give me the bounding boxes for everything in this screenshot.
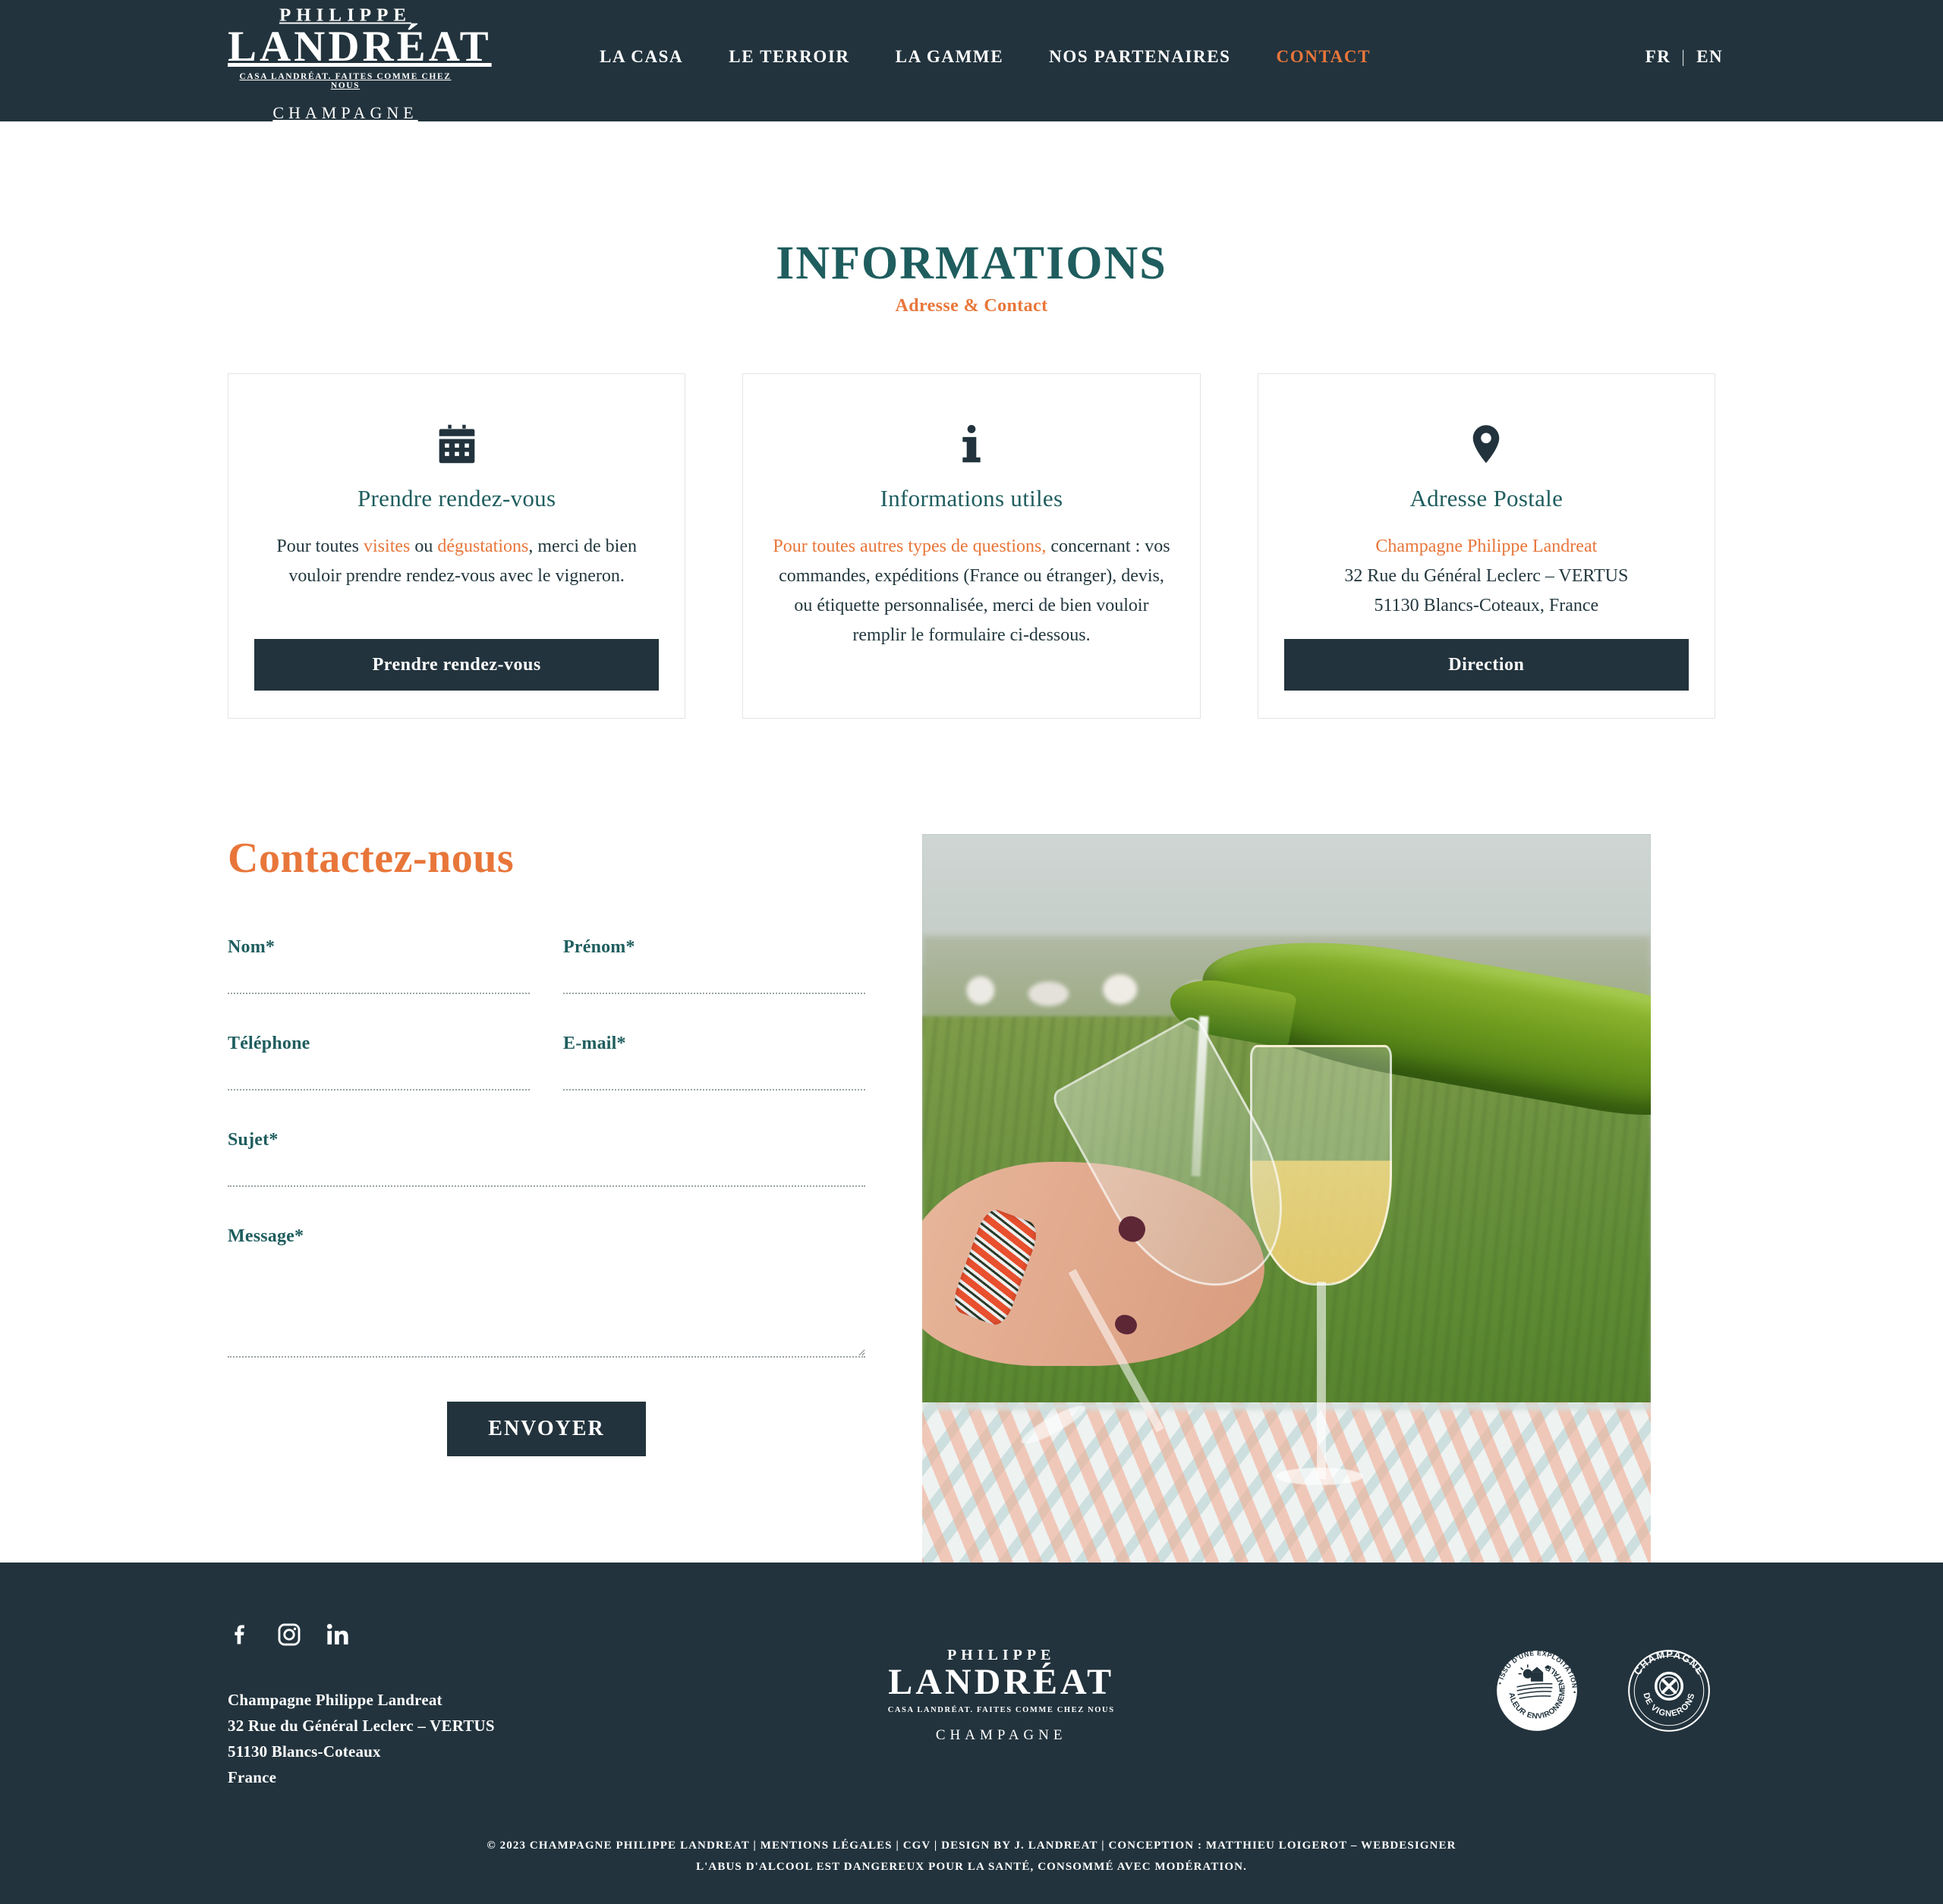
- address-city: 51130 Blancs-Coteaux, France: [1374, 595, 1599, 615]
- footer-badges: • ISSU D'UNE EXPLOITATION • HAUTE VALEUR…: [1269, 1622, 1715, 1737]
- contact-section: Contactez-nous Nom* Prénom* Téléphone E-…: [0, 834, 1943, 1563]
- champagne-pouring-photo: [922, 834, 1651, 1563]
- logo-philippe: PHILIPPE: [279, 5, 412, 26]
- prendre-rendez-vous-button[interactable]: Prendre rendez-vous: [254, 639, 660, 691]
- footer-address-line-2: 32 Rue du Général Leclerc – VERTUS: [228, 1717, 495, 1736]
- card-address: Champagne Philippe Landreat 32 Rue du Gé…: [1344, 532, 1628, 621]
- card-text-highlight-degustations: dégustations: [437, 537, 529, 556]
- site-logo[interactable]: PHILIPPE LANDRÉAT CASA LANDRÉAT. FAITES …: [228, 5, 492, 123]
- footer-left: Champagne Philippe Landreat 32 Rue du Gé…: [228, 1622, 733, 1790]
- nav-item-la-gamme[interactable]: LA GAMME: [896, 47, 1004, 67]
- copyright-line-2: L'ABUS D'ALCOOL EST DANGEREUX POUR LA SA…: [696, 1860, 1247, 1873]
- message-textarea[interactable]: [228, 1251, 865, 1358]
- card-text-highlight-questions: Pour toutes autres types de questions,: [773, 537, 1047, 556]
- lang-separator: |: [1681, 47, 1686, 66]
- logo-tagline: CASA LANDRÉAT. FAITES COMME CHEZ NOUS: [239, 71, 452, 90]
- nom-input[interactable]: [228, 962, 530, 994]
- copyright-line-1[interactable]: © 2023 CHAMPAGNE PHILIPPE LANDREAT | MEN…: [228, 1836, 1715, 1857]
- field-message: Message*: [228, 1226, 865, 1358]
- page-title-section: INFORMATIONS Adresse & Contact: [0, 121, 1943, 316]
- envoyer-button[interactable]: ENVOYER: [447, 1402, 646, 1456]
- page-title: INFORMATIONS: [776, 238, 1167, 289]
- nav-item-nos-partenaires[interactable]: NOS PARTENAIRES: [1049, 47, 1230, 67]
- field-sujet: Sujet*: [228, 1130, 865, 1187]
- card-title: Informations utiles: [880, 485, 1063, 511]
- field-prenom: Prénom*: [563, 937, 865, 994]
- field-telephone: Téléphone: [228, 1034, 530, 1090]
- label-email: E-mail*: [563, 1034, 626, 1053]
- contact-photo-column: [922, 834, 1651, 1563]
- address-company: Champagne Philippe Landreat: [1375, 537, 1598, 556]
- label-nom: Nom*: [228, 937, 276, 957]
- card-text-mid: ou: [410, 537, 438, 556]
- footer-logo[interactable]: PHILIPPE LANDRÉAT CASA LANDRÉAT. FAITES …: [764, 1622, 1239, 1744]
- label-prenom: Prénom*: [563, 937, 635, 957]
- nav-item-contact[interactable]: CONTACT: [1277, 47, 1371, 67]
- contact-form-heading: Contactez-nous: [228, 835, 515, 882]
- hve-badge-icon: • ISSU D'UNE EXPLOITATION • HAUTE VALEUR…: [1491, 1644, 1583, 1737]
- info-cards: Prendre rendez-vous Pour toutes visites …: [0, 373, 1943, 719]
- card-text: Pour toutes autres types de questions, c…: [769, 532, 1173, 650]
- card-prendre-rendez-vous: Prendre rendez-vous Pour toutes visites …: [228, 373, 686, 719]
- logo-landreat: LANDRÉAT: [228, 23, 492, 71]
- footer-logo-philippe: PHILIPPE: [946, 1647, 1056, 1663]
- label-telephone: Téléphone: [228, 1034, 310, 1053]
- label-sujet: Sujet*: [228, 1130, 279, 1150]
- card-title: Prendre rendez-vous: [357, 485, 556, 511]
- photo-filled-glass-stem: [1317, 1282, 1326, 1479]
- footer-logo-tagline: CASA LANDRÉAT. FAITES COMME CHEZ NOUS: [887, 1705, 1115, 1714]
- photo-filled-glass-foot: [1275, 1468, 1363, 1486]
- footer-logo-champagne: CHAMPAGNE: [935, 1726, 1067, 1743]
- card-text-lead: Pour toutes: [276, 537, 364, 556]
- info-icon: [950, 418, 993, 465]
- footer-logo-landreat: LANDRÉAT: [888, 1662, 1115, 1702]
- card-informations-utiles: Informations utiles Pour toutes autres t…: [742, 373, 1201, 719]
- lang-fr[interactable]: FR: [1645, 47, 1671, 67]
- footer-top: Champagne Philippe Landreat 32 Rue du Gé…: [228, 1622, 1715, 1790]
- contact-form-column: Contactez-nous Nom* Prénom* Téléphone E-…: [228, 834, 911, 1496]
- site-footer: Champagne Philippe Landreat 32 Rue du Gé…: [0, 1563, 1943, 1904]
- page-subtitle: Adresse & Contact: [895, 296, 1048, 316]
- nav-item-la-casa[interactable]: LA CASA: [600, 47, 683, 67]
- location-pin-icon: [1465, 418, 1507, 465]
- card-adresse-postale: Adresse Postale Champagne Philippe Landr…: [1257, 373, 1715, 719]
- contact-form: Nom* Prénom* Téléphone E-mail* Sujet* Me: [228, 937, 865, 1496]
- footer-address-line-1: Champagne Philippe Landreat: [228, 1691, 442, 1709]
- site-header: PHILIPPE LANDRÉAT CASA LANDRÉAT. FAITES …: [0, 0, 1943, 123]
- calendar-icon: [436, 418, 478, 465]
- direction-button[interactable]: Direction: [1283, 639, 1689, 691]
- instagram-icon[interactable]: [276, 1622, 302, 1648]
- field-email: E-mail*: [563, 1034, 865, 1090]
- prenom-input[interactable]: [563, 962, 865, 994]
- field-nom: Nom*: [228, 937, 530, 994]
- nav-item-le-terroir[interactable]: LE TERROIR: [729, 47, 849, 67]
- photo-mosaic-table: [922, 1402, 1651, 1563]
- submit-row: ENVOYER: [228, 1402, 865, 1456]
- label-message: Message*: [228, 1226, 304, 1246]
- language-switcher: FR | EN: [1645, 47, 1723, 67]
- card-text: Pour toutes visites ou dégustations, mer…: [254, 532, 659, 591]
- linkedin-icon[interactable]: [325, 1622, 351, 1648]
- card-title: Adresse Postale: [1409, 485, 1564, 511]
- footer-copyright: © 2023 CHAMPAGNE PHILIPPE LANDREAT | MEN…: [228, 1790, 1715, 1904]
- footer-address: Champagne Philippe Landreat 32 Rue du Gé…: [228, 1687, 733, 1790]
- address-street: 32 Rue du Général Leclerc – VERTUS: [1344, 565, 1629, 586]
- social-links: [228, 1622, 733, 1648]
- footer-address-line-3: 51130 Blancs-Coteaux: [228, 1742, 381, 1761]
- main-navigation: LA CASA LE TERROIR LA GAMME NOS PARTENAI…: [600, 47, 1371, 67]
- champagne-de-vignerons-badge-icon: CHAMPAGNE DE VIGNERONS: [1623, 1644, 1715, 1737]
- telephone-input[interactable]: [228, 1059, 530, 1090]
- footer-address-line-4: France: [228, 1768, 277, 1787]
- lang-en[interactable]: EN: [1696, 47, 1723, 67]
- card-text-highlight-visites: visites: [364, 537, 411, 556]
- email-input[interactable]: [563, 1059, 865, 1090]
- logo-champagne: CHAMPAGNE: [272, 102, 418, 122]
- sujet-input[interactable]: [228, 1155, 865, 1187]
- facebook-icon[interactable]: [228, 1622, 254, 1648]
